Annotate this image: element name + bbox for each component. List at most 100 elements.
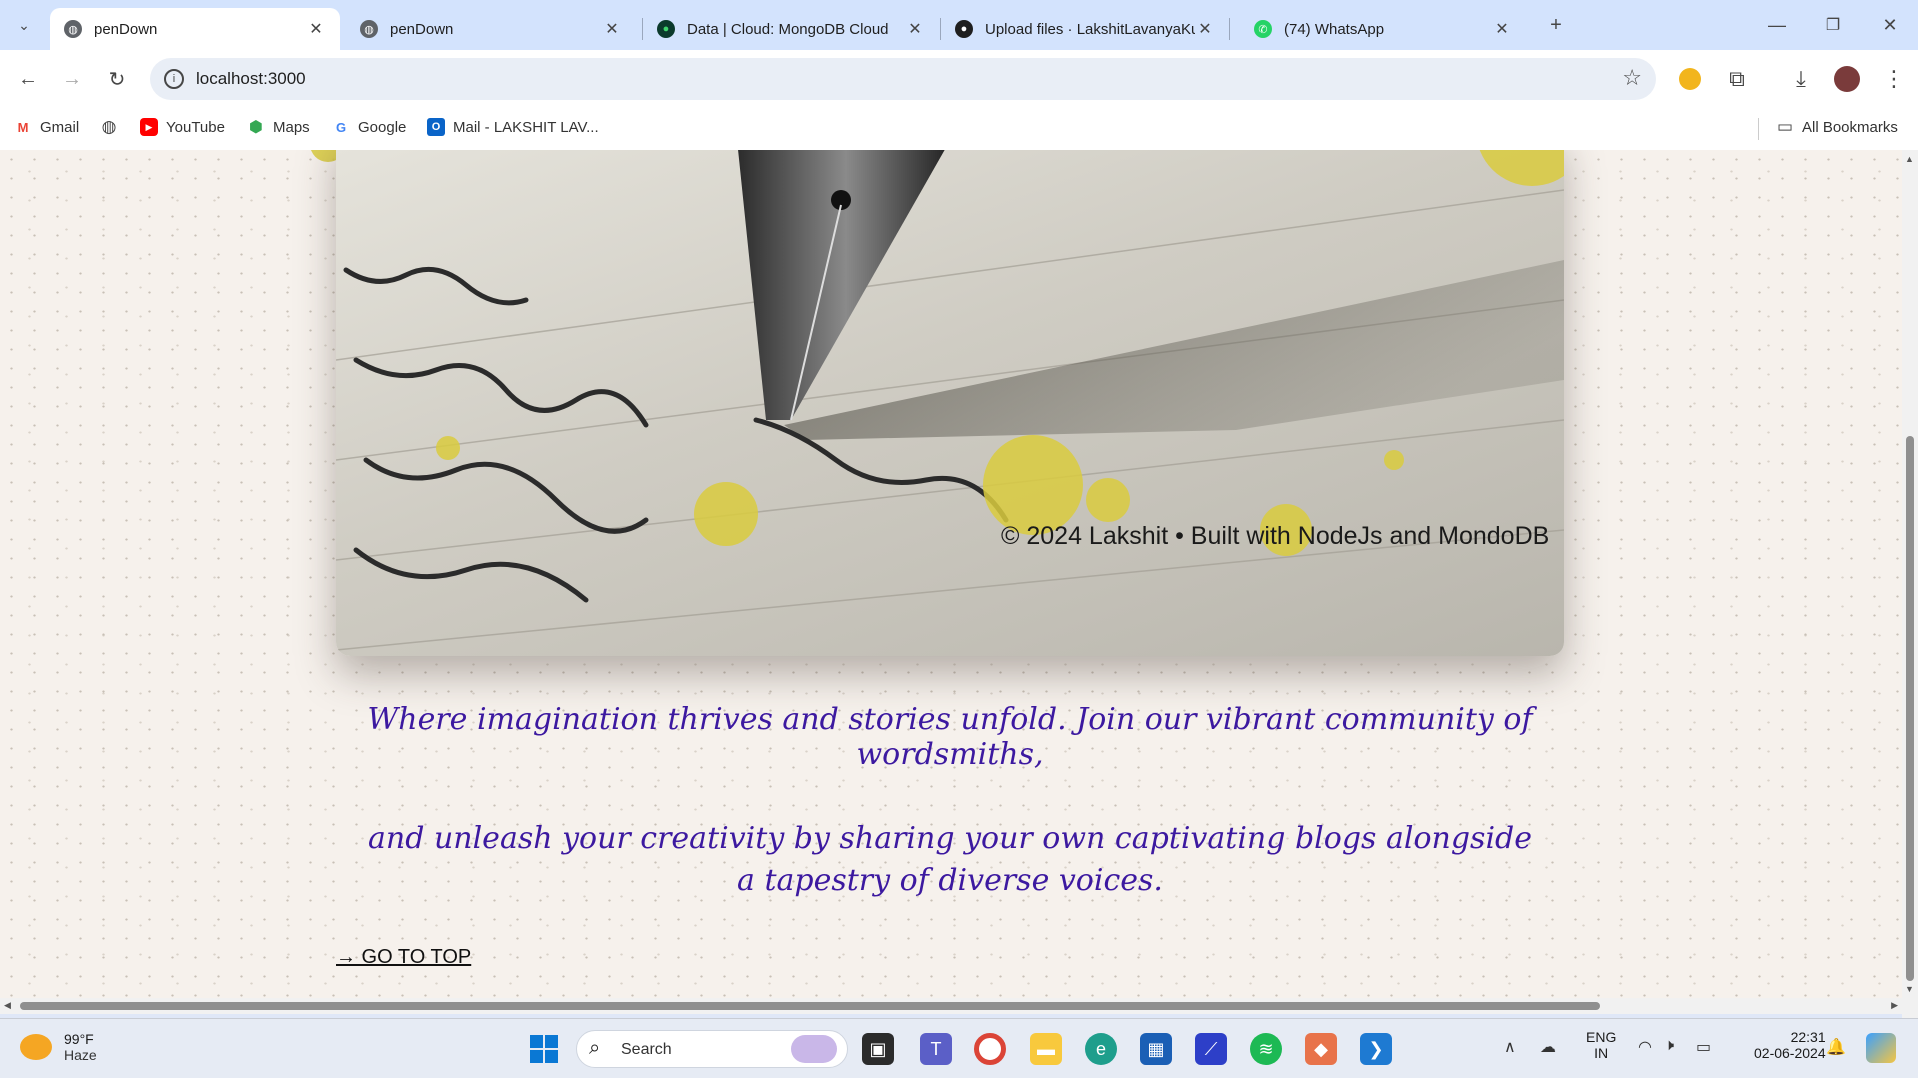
taskbar-search[interactable]: ⌕ Search bbox=[576, 1030, 848, 1068]
weather-desc: Haze bbox=[64, 1047, 97, 1063]
tab-title: penDown bbox=[390, 20, 454, 38]
tab-mongodb[interactable]: ● Data | Cloud: MongoDB Cloud ✕ bbox=[643, 8, 939, 50]
bookmark-maps[interactable]: ⬢ Maps bbox=[247, 118, 310, 137]
edge-icon[interactable]: e bbox=[1085, 1033, 1117, 1065]
gmail-icon: M bbox=[17, 119, 29, 135]
language-indicator[interactable]: ENG IN bbox=[1586, 1029, 1616, 1061]
youtube-icon: ▶ bbox=[140, 118, 158, 136]
store-icon[interactable]: ▦ bbox=[1140, 1033, 1172, 1065]
bookmarks-divider bbox=[1758, 118, 1759, 140]
site-info-icon[interactable]: i bbox=[164, 69, 184, 89]
bookmark-outlook-mail[interactable]: O Mail - LAKSHIT LAV... bbox=[427, 118, 599, 136]
url-text: localhost:3000 bbox=[196, 69, 306, 88]
tab-github[interactable]: ● Upload files · LakshitLavanyaKu ✕ bbox=[941, 8, 1229, 50]
page-viewport: © 2024 Lakshit • Built with NodeJs and M… bbox=[0, 150, 1902, 998]
all-bookmarks-button[interactable]: ▭ All Bookmarks bbox=[1776, 117, 1898, 136]
clock[interactable]: 22:31 02-06-2024 bbox=[1754, 1029, 1826, 1061]
puzzle-extensions-icon[interactable]: ⧉ bbox=[1723, 65, 1751, 93]
forward-arrow-icon[interactable]: → bbox=[58, 65, 86, 93]
close-icon[interactable]: ✕ bbox=[1492, 19, 1512, 39]
avatar[interactable] bbox=[1833, 65, 1861, 93]
horizontal-scroll-thumb[interactable] bbox=[20, 1002, 1600, 1010]
app-icon[interactable]: ⟋ bbox=[1195, 1033, 1227, 1065]
copilot-icon[interactable] bbox=[1866, 1033, 1896, 1063]
bookmark-globe[interactable]: ◍ bbox=[100, 117, 126, 136]
fountain-pen-photo bbox=[336, 150, 1564, 651]
windows-taskbar: 99°F Haze ⌕ Search ▣ T ▬ e ▦ ⟋ ≋ ◆ ❯ ∧ ☁… bbox=[0, 1018, 1918, 1078]
reload-icon[interactable]: ↻ bbox=[103, 65, 131, 93]
globe-icon: ◍ bbox=[360, 20, 378, 38]
bookmark-google[interactable]: G Google bbox=[332, 118, 406, 136]
vertical-scroll-thumb[interactable] bbox=[1906, 436, 1914, 981]
bookmark-label: YouTube bbox=[166, 118, 225, 136]
bookmark-label: Maps bbox=[273, 118, 310, 136]
tab-whatsapp[interactable]: ✆ (74) WhatsApp ✕ bbox=[1240, 8, 1526, 50]
go-to-top-link[interactable]: → GO TO TOP bbox=[336, 946, 471, 969]
bookmarks-bar: M Gmail ◍ ▶ YouTube ⬢ Maps G Google O Ma… bbox=[0, 108, 1918, 150]
window-close-icon[interactable]: ✕ bbox=[1876, 11, 1904, 39]
close-icon[interactable]: ✕ bbox=[306, 19, 326, 39]
tab-strip: ⌄ ◍ penDown ✕ ◍ penDown ✕ ● Data | Cloud… bbox=[0, 0, 1918, 50]
bookmark-label: Mail - LAKSHIT LAV... bbox=[453, 118, 599, 136]
tab-separator bbox=[1229, 18, 1230, 40]
new-tab-button[interactable]: + bbox=[1542, 11, 1570, 39]
tab-pendown[interactable]: ◍ penDown ✕ bbox=[346, 8, 636, 50]
volume-icon[interactable]: 🕨 bbox=[1664, 1037, 1674, 1055]
weather-widget[interactable]: 99°F Haze bbox=[20, 1031, 97, 1063]
horizontal-scrollbar[interactable]: ◀ ▶ bbox=[0, 998, 1902, 1014]
task-view-icon[interactable]: ▣ bbox=[862, 1033, 894, 1065]
restore-icon[interactable]: ❐ bbox=[1819, 11, 1847, 39]
browser-toolbar: ← → ↻ i localhost:3000 ☆ ⧉ ⤓ ⋮ bbox=[0, 50, 1918, 108]
bookmark-label: Gmail bbox=[40, 118, 80, 136]
vscode-icon[interactable]: ❯ bbox=[1360, 1033, 1392, 1065]
battery-icon[interactable]: ▭ bbox=[1696, 1037, 1711, 1057]
bookmark-star-icon[interactable]: ☆ bbox=[1622, 65, 1642, 91]
windows-start-icon[interactable] bbox=[528, 1033, 560, 1065]
close-icon[interactable]: ✕ bbox=[1195, 19, 1215, 39]
spotify-icon[interactable]: ≋ bbox=[1250, 1033, 1282, 1065]
onedrive-icon[interactable]: ☁ bbox=[1540, 1037, 1556, 1057]
scroll-corner bbox=[1902, 998, 1918, 1018]
tagline-line-1: Where imagination thrives and stories un… bbox=[367, 702, 1533, 772]
wifi-icon[interactable]: ◠ bbox=[1638, 1037, 1652, 1057]
file-explorer-icon[interactable]: ▬ bbox=[1030, 1033, 1062, 1065]
close-icon[interactable]: ✕ bbox=[602, 19, 622, 39]
google-icon: G bbox=[335, 119, 347, 135]
clock-time: 22:31 bbox=[1790, 1029, 1826, 1045]
bookmark-label: Google bbox=[358, 118, 407, 136]
scroll-left-arrow-icon[interactable]: ◀ bbox=[4, 1000, 11, 1011]
scroll-right-arrow-icon[interactable]: ▶ bbox=[1891, 1000, 1898, 1011]
close-icon[interactable]: ✕ bbox=[905, 19, 925, 39]
extension-icon[interactable] bbox=[1676, 65, 1704, 93]
search-placeholder: Search bbox=[621, 1041, 672, 1058]
tab-title: (74) WhatsApp bbox=[1284, 20, 1385, 38]
teams-icon[interactable]: T bbox=[920, 1033, 952, 1065]
vertical-scrollbar[interactable]: ▲ ▼ bbox=[1902, 150, 1918, 998]
bookmark-youtube[interactable]: ▶ YouTube bbox=[140, 118, 225, 136]
scroll-up-arrow-icon[interactable]: ▲ bbox=[1905, 154, 1914, 164]
tagline-line-2: and unleash your creativity by sharing y… bbox=[368, 821, 1532, 898]
download-icon[interactable]: ⤓ bbox=[1787, 65, 1815, 93]
chevron-up-icon[interactable]: ∧ bbox=[1504, 1037, 1516, 1057]
chrome-icon[interactable] bbox=[974, 1033, 1006, 1065]
notification-bell-icon[interactable]: 🔔 bbox=[1826, 1037, 1846, 1057]
whatsapp-icon: ✆ bbox=[1254, 20, 1272, 38]
menu-kebab-icon[interactable]: ⋮ bbox=[1880, 65, 1908, 93]
ai-app-icon[interactable]: ◆ bbox=[1305, 1033, 1337, 1065]
search-icon: ⌕ bbox=[589, 1037, 601, 1059]
bookmark-gmail[interactable]: M Gmail bbox=[14, 118, 80, 136]
globe-icon: ◍ bbox=[101, 117, 117, 136]
tab-pendown-active[interactable]: ◍ penDown ✕ bbox=[50, 8, 340, 50]
hero-image-card: © 2024 Lakshit • Built with NodeJs and M… bbox=[336, 150, 1564, 656]
tab-title: Data | Cloud: MongoDB Cloud bbox=[687, 20, 889, 38]
weather-temp: 99°F bbox=[64, 1031, 94, 1047]
address-bar[interactable]: i localhost:3000 ☆ bbox=[150, 58, 1656, 100]
lang-bottom: IN bbox=[1594, 1045, 1609, 1061]
scroll-down-arrow-icon[interactable]: ▼ bbox=[1905, 984, 1914, 994]
haze-weather-icon bbox=[20, 1034, 52, 1060]
minimize-icon[interactable]: — bbox=[1763, 11, 1791, 39]
back-arrow-icon[interactable]: ← bbox=[14, 65, 42, 93]
maps-icon: ⬢ bbox=[249, 119, 263, 136]
outlook-icon: O bbox=[427, 118, 445, 136]
tab-search-dropdown-icon[interactable]: ⌄ bbox=[10, 11, 38, 39]
